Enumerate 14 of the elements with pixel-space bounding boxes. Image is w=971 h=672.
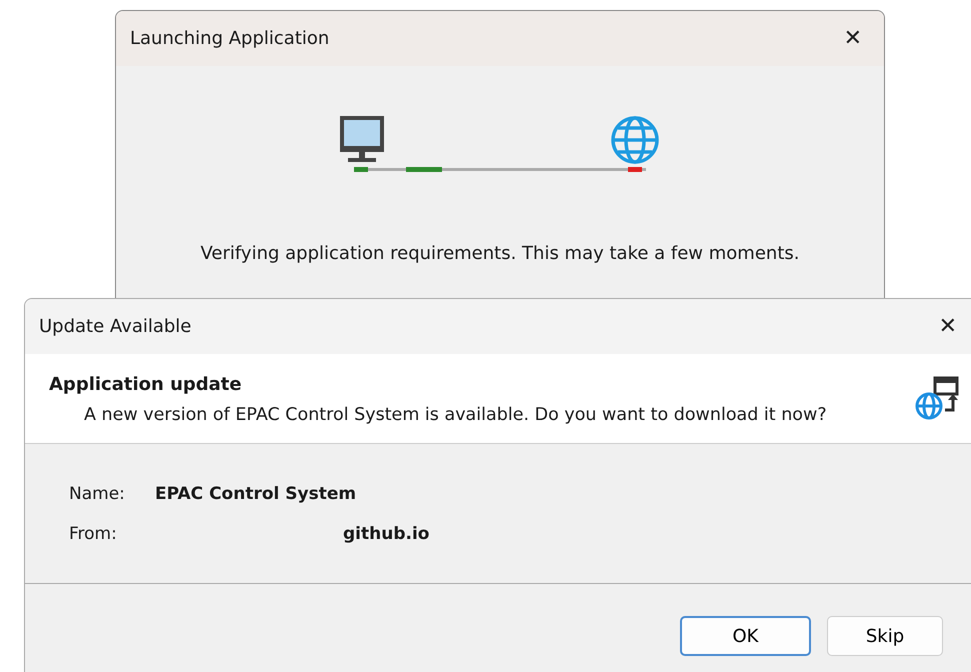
field-value: EPAC Control System bbox=[155, 483, 356, 506]
window-title: Launching Application bbox=[130, 27, 330, 51]
update-description: A new version of EPAC Control System is available. Do you want to download it now? bbox=[84, 404, 828, 427]
status-message: Verifying application requirements. This may take a few moments. bbox=[200, 242, 800, 266]
dialog-button[interactable]: Skip bbox=[827, 616, 943, 656]
close-button[interactable]: ✕ bbox=[930, 310, 965, 343]
globe-window-arrow-icon bbox=[915, 376, 959, 420]
close-button[interactable]: ✕ bbox=[836, 22, 870, 55]
field-label: Name: bbox=[69, 483, 126, 506]
update-heading: Application update bbox=[49, 374, 243, 396]
field-value: github.io bbox=[343, 522, 430, 546]
default-button[interactable]: OK bbox=[680, 616, 811, 656]
field-label: From: bbox=[69, 522, 118, 546]
window-title: Update Available bbox=[39, 315, 192, 339]
